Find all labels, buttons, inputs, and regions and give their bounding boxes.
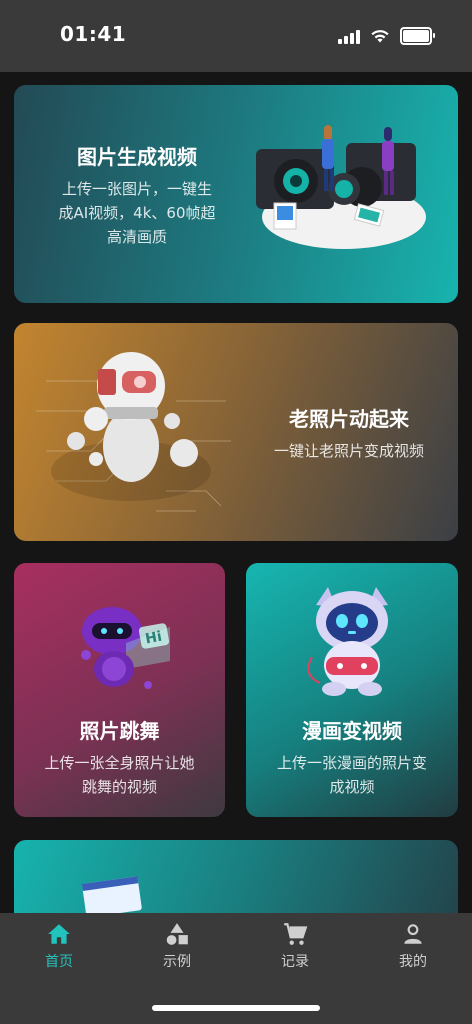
card-description: 上传一张漫画的照片变 成视频 <box>276 754 427 796</box>
card-title: 照片跳舞 <box>79 719 160 743</box>
battery-icon <box>400 27 435 45</box>
browser-illustration <box>81 876 142 914</box>
card-old-photo-animate[interactable]: 老照片动起来 一键让老照片变成视频 <box>14 323 458 541</box>
card-description: 上传一张全身照片让她 跳舞的视频 <box>44 754 195 796</box>
hi-robot-illustration: Hi <box>81 607 170 689</box>
tab-mine[interactable]: 我的 <box>373 921 453 971</box>
card-title: 老照片动起来 <box>289 407 409 431</box>
home-indicator <box>152 1005 320 1011</box>
cellular-signal-icon <box>338 28 360 44</box>
tab-records[interactable]: 记录 <box>255 921 335 971</box>
card-photo-dance[interactable]: Hi 照片跳舞 上传一张全身照片让她 跳舞的视频 <box>14 563 225 817</box>
tab-home[interactable]: 首页 <box>19 921 99 971</box>
tab-label: 示例 <box>163 954 191 970</box>
wifi-icon <box>371 30 389 43</box>
cart-icon <box>284 923 308 945</box>
card-description: 一键让老照片变成视频 <box>273 442 424 460</box>
status-time: 01:41 <box>60 22 127 46</box>
card-image-to-video[interactable]: 图片生成视频 上传一张图片，一键生 成AI视频，4k、60帧超 高清画质 <box>14 85 458 303</box>
tab-label: 我的 <box>399 954 427 970</box>
card-title: 漫画变视频 <box>302 719 402 743</box>
card-comic-to-video[interactable]: 漫画变视频 上传一张漫画的照片变 成视频 <box>246 563 458 817</box>
person-icon <box>404 924 422 944</box>
cat-robot-illustration <box>307 587 388 696</box>
home-icon <box>48 924 70 944</box>
tab-label: 记录 <box>281 954 309 970</box>
tab-label: 首页 <box>45 954 73 970</box>
robot-illustration <box>36 352 231 512</box>
hi-badge: Hi <box>144 629 163 648</box>
camera-illustration <box>256 125 426 249</box>
card-description: 上传一张图片，一键生 成AI视频，4k、60帧超 高清画质 <box>58 180 216 246</box>
tab-examples[interactable]: 示例 <box>137 921 217 971</box>
status-bar: 01:41 <box>0 0 472 72</box>
shapes-icon <box>166 923 188 945</box>
card-title: 图片生成视频 <box>77 145 197 169</box>
